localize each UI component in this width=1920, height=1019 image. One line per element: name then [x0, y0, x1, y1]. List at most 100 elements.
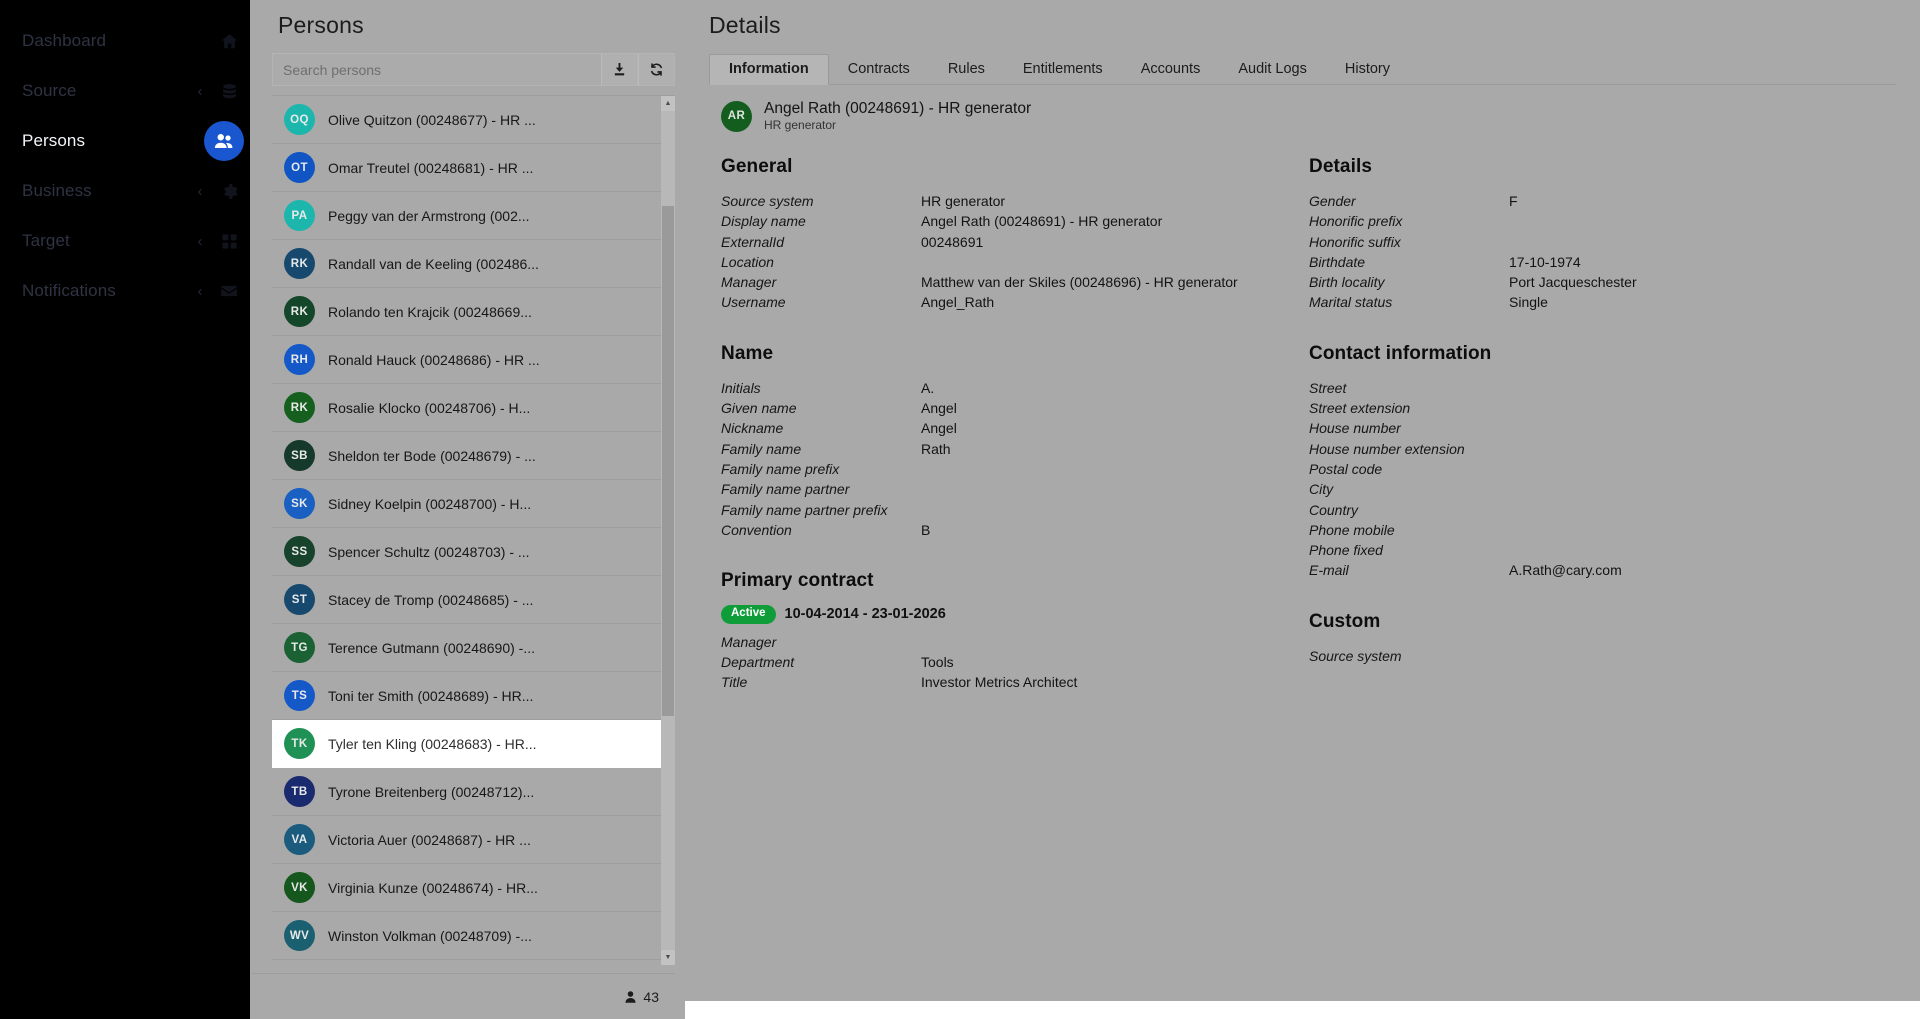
field-label: Manager [721, 633, 777, 650]
list-item[interactable]: RH Ronald Hauck (00248686) - HR ... [272, 336, 661, 384]
scroll-down-arrow-icon[interactable]: ▼ [661, 950, 675, 965]
list-item-label: Ronald Hauck (00248686) - HR ... [328, 351, 540, 368]
sidebar-item-label: Target [22, 231, 70, 250]
field-label: Family name prefix [721, 460, 840, 477]
field-value: Angel [921, 420, 957, 437]
tab-audit-logs[interactable]: Audit Logs [1219, 55, 1326, 84]
chevron-left-icon[interactable]: ‹ [192, 84, 208, 99]
field-label: Department [721, 653, 795, 670]
list-item[interactable]: RK Rosalie Klocko (00248706) - H... [272, 384, 661, 432]
list-item[interactable]: SB Sheldon ter Bode (00248679) - ... [272, 432, 661, 480]
section-title: Contact information [1309, 342, 1492, 364]
field-value: 00248691 [921, 233, 984, 250]
list-item[interactable]: OT Omar Treutel (00248681) - HR ... [272, 144, 661, 192]
chevron-left-icon[interactable]: ‹ [192, 284, 208, 299]
persons-count: 43 [643, 988, 659, 1005]
field-row: Country [1309, 500, 1869, 520]
list-item-label: Randall van de Keeling (002486... [328, 255, 539, 272]
field-label: Display name [721, 213, 806, 230]
scrollbar-thumb[interactable] [662, 206, 674, 716]
field-row: Manager Matthew van der Skiles (00248696)… [721, 272, 1309, 292]
persons-list-footer: 43 [252, 973, 675, 1019]
field-value: Angel Rath (00248691) - HR generator [921, 213, 1163, 230]
list-item[interactable]: RK Randall van de Keeling (002486... [272, 240, 661, 288]
list-item[interactable]: TK Tyler ten Kling (00248683) - HR... [272, 720, 661, 768]
app-root: Dashboard Source ‹ Persons Business ‹ Target ‹ N… [0, 0, 1920, 1019]
person-header: AR Angel Rath (00248691) - HR generator … [709, 85, 1920, 140]
sidebar-item-dashboard[interactable]: Dashboard [0, 16, 250, 66]
list-item[interactable]: ST Stacey de Tromp (00248685) - ... [272, 576, 661, 624]
tab-accounts[interactable]: Accounts [1122, 55, 1220, 84]
list-item[interactable]: OQ Olive Quitzon (00248677) - HR ... [272, 96, 661, 144]
list-item[interactable]: SS Spencer Schultz (00248703) - ... [272, 528, 661, 576]
refresh-button[interactable] [638, 53, 675, 86]
field-label: Source system [721, 192, 814, 209]
sidebar: Dashboard Source ‹ Persons Business ‹ Target ‹ N… [0, 0, 250, 1019]
sidebar-item-label: Dashboard [22, 31, 107, 50]
download-button[interactable] [601, 53, 638, 86]
avatar: OQ [284, 104, 315, 135]
chevron-left-icon[interactable]: ‹ [192, 234, 208, 249]
field-row: Gender F [1309, 191, 1869, 211]
list-item[interactable]: PA Peggy van der Armstrong (002... [272, 192, 661, 240]
avatar: RK [284, 392, 315, 423]
avatar: TS [284, 680, 315, 711]
database-icon [216, 78, 242, 104]
field-value: A.Rath@cary.com [1509, 562, 1622, 579]
people-icon [214, 134, 233, 148]
persons-list: OQ Olive Quitzon (00248677) - HR ... OT Oma… [272, 96, 661, 965]
search-input[interactable] [272, 53, 601, 86]
scroll-up-arrow-icon[interactable]: ▲ [661, 96, 675, 111]
field-label: Username [721, 294, 786, 311]
list-item[interactable]: RK Rolando ten Krajcik (00248669... [272, 288, 661, 336]
tab-rules[interactable]: Rules [929, 55, 1004, 84]
bottom-strip [685, 1001, 1920, 1019]
avatar: PA [284, 200, 315, 231]
field-list: Initials A. Given name Angel Nickname Angel Fa… [721, 378, 1309, 540]
list-item-label: Virginia Kunze (00248674) - HR... [328, 879, 538, 896]
sidebar-item-source[interactable]: Source ‹ [0, 66, 250, 116]
field-row: Postal code [1309, 459, 1869, 479]
sidebar-active-badge[interactable] [204, 121, 244, 161]
list-item[interactable]: TS Toni ter Smith (00248689) - HR... [272, 672, 661, 720]
avatar: AR [721, 100, 752, 132]
persons-list-scrollbar[interactable]: ▲ ▼ [661, 96, 675, 965]
section-name: Name Initials A. Given name Angel Nickname An… [721, 343, 1309, 540]
list-item[interactable]: VK Virginia Kunze (00248674) - HR... [272, 864, 661, 912]
avatar: RK [284, 248, 315, 279]
field-row: Phone fixed [1309, 540, 1869, 560]
sidebar-item-target[interactable]: Target ‹ [0, 216, 250, 266]
tab-history[interactable]: History [1326, 55, 1409, 84]
list-item[interactable]: TG Terence Gutmann (00248690) -... [272, 624, 661, 672]
section-title: Custom [1309, 610, 1381, 632]
avatar: ST [284, 584, 315, 615]
sidebar-item-business[interactable]: Business ‹ [0, 166, 250, 216]
tab-contracts[interactable]: Contracts [829, 55, 929, 84]
field-label: Given name [721, 400, 797, 417]
list-item-label: Tyler ten Kling (00248683) - HR... [328, 735, 537, 752]
field-row: Given name Angel [721, 398, 1309, 418]
field-value: Rath [921, 440, 951, 457]
list-item[interactable]: WV Winston Volkman (00248709) -... [272, 912, 661, 960]
list-item[interactable]: SK Sidney Koelpin (00248700) - H... [272, 480, 661, 528]
section-general: General Source system HR generator Display… [721, 156, 1309, 313]
sidebar-item-persons[interactable]: Persons [0, 116, 250, 166]
tab-information[interactable]: Information [709, 54, 829, 85]
field-label: Postal code [1309, 460, 1383, 477]
field-row: Family name partner [721, 479, 1309, 499]
field-value: HR generator [921, 192, 1006, 209]
field-list: Gender F Honorific prefix Honorific suffix B… [1309, 191, 1869, 313]
chevron-left-icon[interactable]: ‹ [192, 184, 208, 199]
field-row: Family name Rath [721, 439, 1309, 459]
gear-icon [216, 178, 242, 204]
list-item[interactable]: VA Victoria Auer (00248687) - HR ... [272, 816, 661, 864]
contract-dates: 10-04-2014 - 23-01-2026 [784, 606, 946, 623]
sidebar-item-notifications[interactable]: Notifications ‹ [0, 266, 250, 316]
field-value: Tools [921, 653, 954, 670]
persons-search-row [272, 53, 675, 86]
list-item-label: Rolando ten Krajcik (00248669... [328, 303, 532, 320]
tab-entitlements[interactable]: Entitlements [1004, 55, 1122, 84]
list-item[interactable]: TB Tyrone Breitenberg (00248712)... [272, 768, 661, 816]
refresh-icon [649, 62, 664, 77]
list-item-label: Toni ter Smith (00248689) - HR... [328, 687, 534, 704]
